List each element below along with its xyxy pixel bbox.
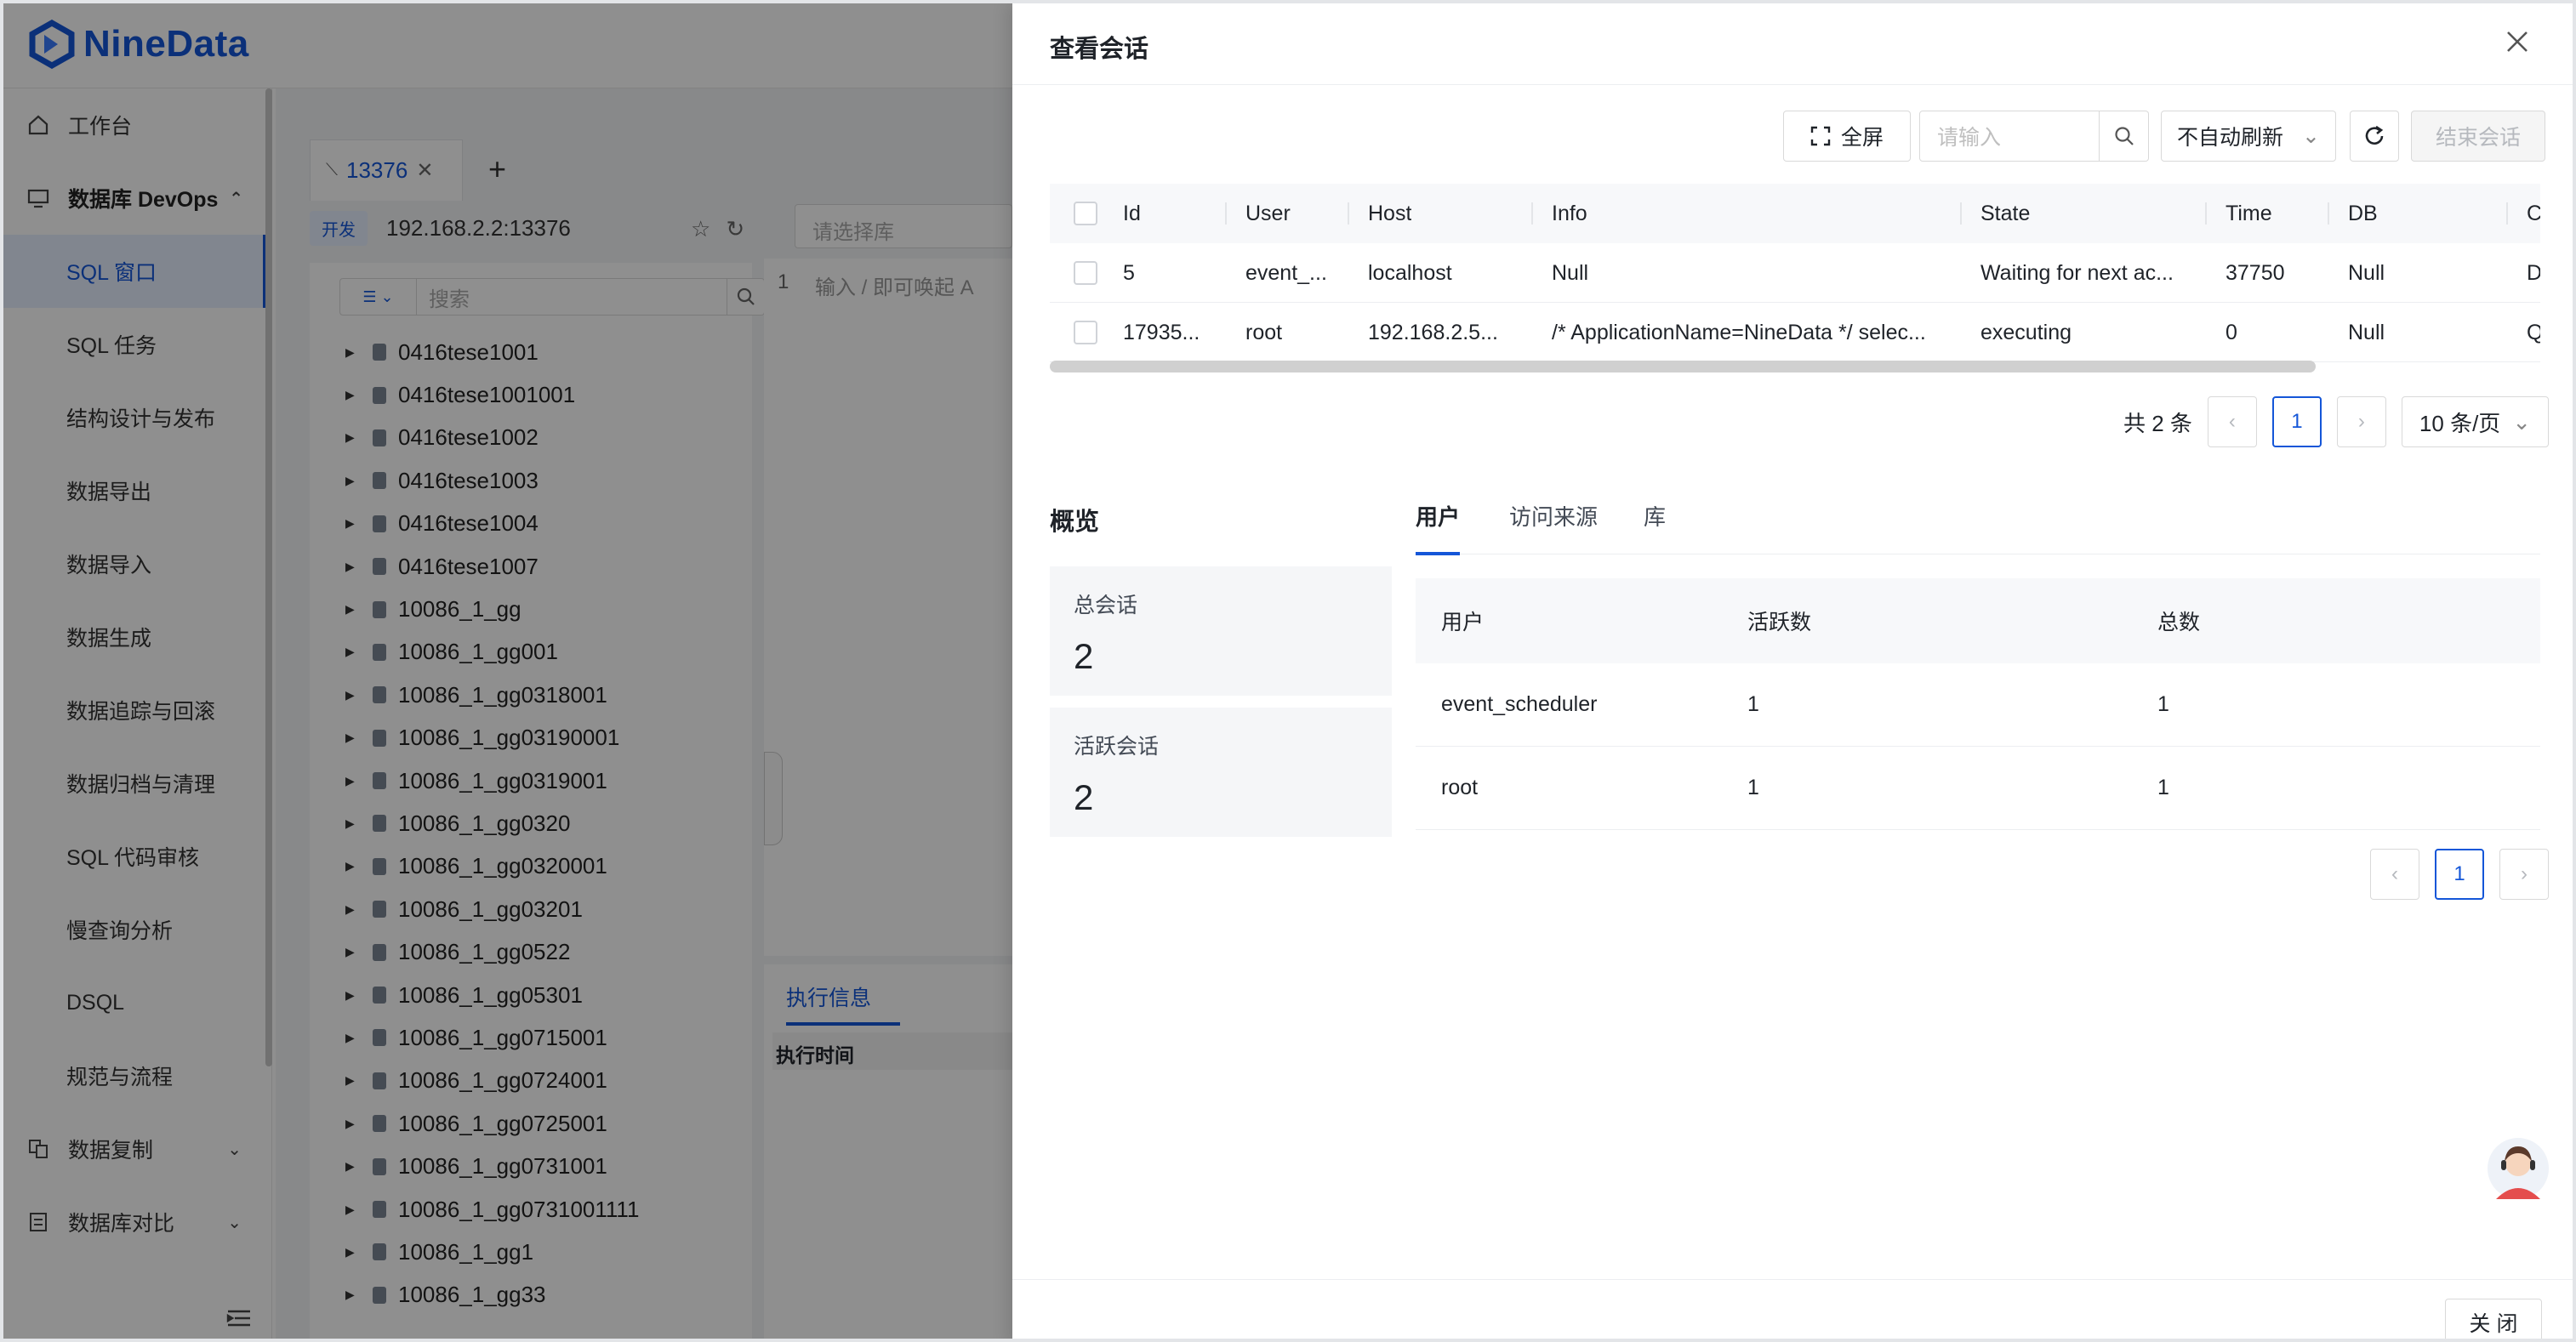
cell-user: event_...: [1245, 260, 1327, 285]
chevron-down-icon: ⌄: [2302, 124, 2320, 148]
col-header-total: 总数: [2157, 611, 2201, 634]
prev-page-button[interactable]: ‹: [2207, 396, 2257, 447]
cell-id: 17935...: [1123, 320, 1200, 344]
close-icon[interactable]: [2505, 29, 2532, 56]
cell-user: root: [1441, 776, 1479, 799]
cell-c: Q: [2527, 303, 2540, 362]
cell-host: localhost: [1368, 260, 1452, 285]
next-page-button[interactable]: ›: [2336, 396, 2386, 447]
table-row[interactable]: 17935... root 192.168.2.5... /* Applicat…: [1050, 303, 2540, 362]
drawer-title: 查看会话: [1050, 36, 1149, 63]
cell-host: 192.168.2.5...: [1368, 320, 1498, 344]
refresh-mode-select[interactable]: 不自动刷新 ⌄: [2161, 111, 2336, 162]
page-size-select[interactable]: 10 条/页 ⌄: [2401, 396, 2550, 447]
window-frame: NineData 工作台 数据库 DevOps ⌃ SQL 窗口 SQL 任务 …: [0, 0, 2576, 1342]
fullscreen-button[interactable]: 全屏: [1783, 111, 1911, 162]
cell-db: Null: [2348, 320, 2385, 344]
page-size-label: 10 条/页: [2419, 410, 2501, 436]
close-button[interactable]: 关 闭: [2445, 1299, 2542, 1339]
refresh-mode-label: 不自动刷新: [2177, 126, 2284, 150]
drawer-footer: 关 闭: [1012, 1279, 2573, 1339]
cell-total: 1: [2157, 692, 2169, 716]
table-row: root 1 1: [1416, 747, 2540, 830]
col-header-user: 用户: [1441, 611, 1485, 634]
cell-user: root: [1245, 320, 1283, 344]
stat-label: 总会话: [1074, 594, 1138, 617]
session-table-header: Id User Host Info State Time DB C: [1050, 184, 2540, 243]
end-session-wrap: 结束会话: [2411, 111, 2545, 162]
cell-time: 0: [2226, 320, 2237, 344]
session-drawer: 查看会话 全屏 请输入 不自动刷新 ⌄ 结束会话 Id User Host In…: [1012, 3, 2573, 1339]
total-sessions-card: 总会话 2: [1050, 566, 1392, 696]
cell-active: 1: [1747, 776, 1759, 799]
chevron-down-icon: ⌄: [2512, 408, 2532, 435]
cell-c: D: [2527, 243, 2540, 303]
col-header-state[interactable]: State: [1980, 184, 2030, 243]
table-horizontal-scrollbar[interactable]: [1050, 361, 2316, 372]
select-all-checkbox[interactable]: [1074, 184, 1097, 243]
stat-value: 2: [1074, 636, 1094, 676]
stat-value: 2: [1074, 777, 1094, 817]
col-header-db[interactable]: DB: [2348, 184, 2378, 243]
cell-active: 1: [1747, 692, 1759, 716]
table-row[interactable]: 5 event_... localhost Null Waiting for n…: [1050, 243, 2540, 303]
tab-source[interactable]: 访问来源: [1509, 493, 1598, 554]
stat-label: 活跃会话: [1074, 735, 1160, 759]
fullscreen-label: 全屏: [1840, 126, 1884, 150]
active-sessions-card: 活跃会话 2: [1050, 708, 1392, 837]
cell-state: Waiting for next ac...: [1980, 260, 2174, 285]
session-pagination: 共 2 条 ‹ 1 › 10 条/页 ⌄: [2123, 396, 2550, 447]
col-header-id[interactable]: Id: [1123, 184, 1141, 243]
cell-info: /* ApplicationName=NineData */ selec...: [1552, 320, 1926, 344]
drawer-header: 查看会话: [1012, 3, 2573, 85]
session-toolbar: 全屏: [1783, 111, 1911, 162]
refresh-mode-wrap: 不自动刷新 ⌄: [2161, 111, 2336, 162]
col-header-host[interactable]: Host: [1368, 184, 1411, 243]
prev-page-button[interactable]: ‹: [2370, 849, 2419, 900]
total-count: 共 2 条: [2123, 410, 2192, 436]
col-header-time[interactable]: Time: [2226, 184, 2272, 243]
page-number[interactable]: 1: [2271, 396, 2322, 447]
next-page-button[interactable]: ›: [2499, 849, 2549, 900]
search-icon[interactable]: [2100, 111, 2149, 162]
refresh-icon: [2365, 125, 2384, 145]
cell-time: 37750: [2226, 260, 2285, 285]
row-checkbox[interactable]: [1074, 243, 1097, 303]
user-stats-table: 用户 活跃数 总数 event_scheduler 1 1 root 1 1: [1416, 578, 2540, 830]
refresh-button[interactable]: [2350, 111, 2399, 162]
tab-database[interactable]: 库: [1644, 493, 1666, 554]
col-header-user[interactable]: User: [1245, 184, 1291, 243]
cell-info: Null: [1552, 260, 1589, 285]
cell-id: 5: [1123, 260, 1135, 285]
col-header-c[interactable]: C: [2527, 184, 2540, 243]
user-table-header: 用户 活跃数 总数: [1416, 578, 2540, 663]
cell-state: executing: [1980, 320, 2072, 344]
col-header-info[interactable]: Info: [1552, 184, 1587, 243]
cell-user: event_scheduler: [1441, 692, 1598, 716]
col-header-active: 活跃数: [1747, 611, 1812, 634]
cell-db: Null: [2348, 260, 2385, 285]
end-session-button[interactable]: 结束会话: [2411, 111, 2545, 162]
user-pagination: ‹ 1 ›: [2370, 849, 2549, 900]
background-app: NineData 工作台 数据库 DevOps ⌃ SQL 窗口 SQL 任务 …: [3, 3, 1012, 1339]
page-number[interactable]: 1: [2435, 849, 2484, 900]
refresh-wrap: [2350, 111, 2399, 162]
session-search-input[interactable]: 请输入: [1919, 111, 2100, 162]
session-search: 请输入: [1919, 111, 2149, 162]
fullscreen-icon: [1810, 126, 1831, 146]
session-table: Id User Host Info State Time DB C 5 even…: [1050, 184, 2540, 369]
tab-user[interactable]: 用户: [1416, 493, 1460, 555]
support-avatar-icon[interactable]: [2486, 1134, 2550, 1203]
modal-overlay[interactable]: [3, 3, 1012, 1339]
cell-total: 1: [2157, 776, 2169, 799]
row-checkbox[interactable]: [1074, 303, 1097, 362]
table-row: event_scheduler 1 1: [1416, 663, 2540, 747]
overview-title: 概览: [1050, 509, 1100, 536]
overview-tabs: 用户 访问来源 库: [1416, 493, 2540, 555]
